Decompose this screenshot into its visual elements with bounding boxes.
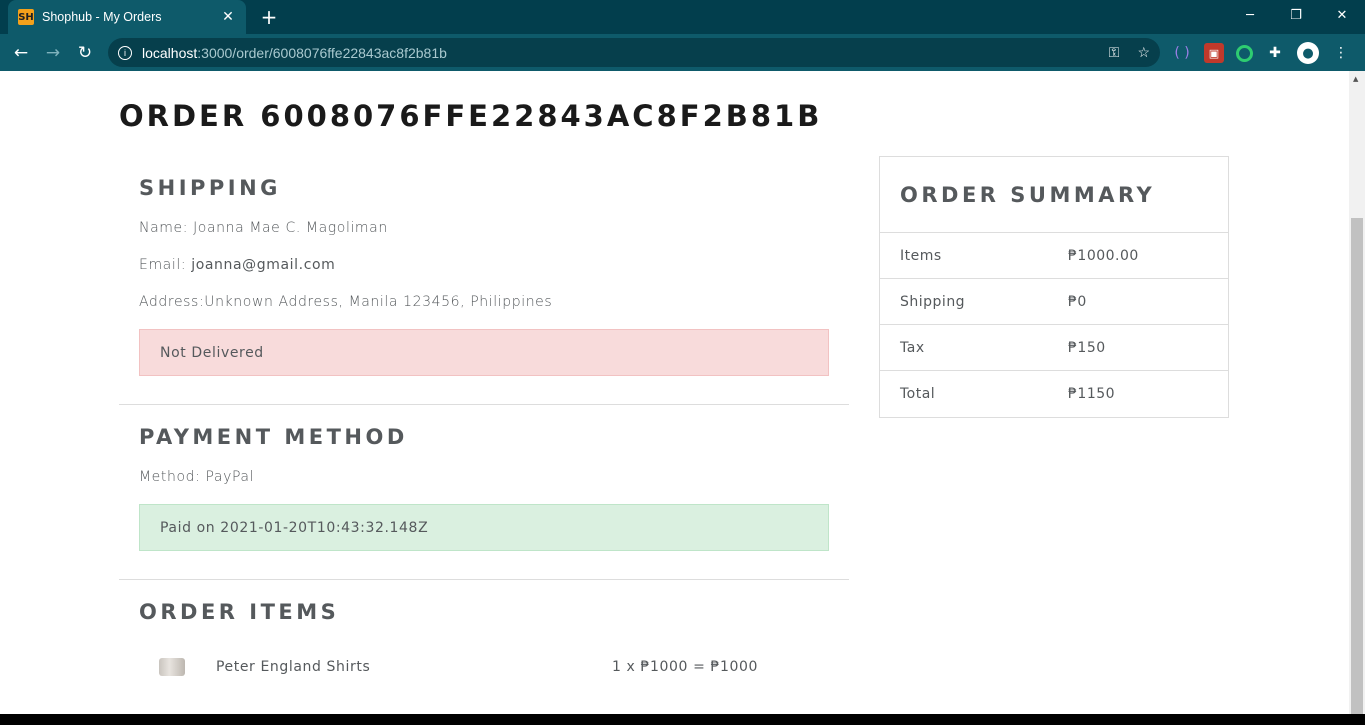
page-scrollbar[interactable]: ▲ [1349,71,1365,724]
shophub-favicon-icon: SH [18,9,34,25]
profile-avatar-icon[interactable]: ● [1297,42,1319,64]
bookmark-star-icon[interactable]: ☆ [1137,44,1150,61]
email-link[interactable]: joanna@gmail.com [191,257,335,273]
key-icon[interactable]: ⚿ [1109,44,1120,61]
address-value: Unknown Address, Manila 123456, Philippi… [204,294,553,310]
menu-kebab-icon[interactable]: ⋮ [1331,43,1351,63]
shipping-name: Name: Joanna Mae C. Magoliman [139,220,388,236]
browser-toolbar: ← → ↻ i localhost:3000/order/6008076ffe2… [0,34,1365,71]
delivery-status-alert: Not Delivered [139,329,829,376]
name-label: Name: [139,220,194,236]
order-summary-heading: ORDER SUMMARY [880,157,1228,233]
summary-value: ₱150 [1068,339,1106,356]
scroll-up-arrow-icon[interactable]: ▲ [1353,75,1358,83]
browser-tab-strip: SH Shophub - My Orders ✕ + ─ ❐ ✕ [0,0,1365,34]
address-label: Address: [139,294,205,310]
address-bar[interactable]: i localhost:3000/order/6008076ffe22843ac… [108,38,1160,67]
product-thumbnail[interactable] [159,658,185,676]
method-label: Method: [139,469,206,485]
scrollbar-thumb[interactable] [1351,218,1363,724]
url-host: localhost [142,44,198,61]
page-content: ORDER 6008076FFE22843AC8F2B81B SHIPPING … [0,71,1349,714]
extensions-area: ( ) ▣ ✚ ● ⋮ [1172,42,1351,64]
reload-icon[interactable]: ↻ [69,37,101,69]
summary-label: Tax [900,339,925,356]
browser-tab[interactable]: SH Shophub - My Orders ✕ [8,0,246,34]
summary-row-items: Items ₱1000.00 [880,233,1228,279]
summary-label: Items [900,247,942,264]
divider [119,404,849,405]
divider [119,579,849,580]
order-summary-card: ORDER SUMMARY Items ₱1000.00 Shipping ₱0 T… [879,156,1229,418]
name-value: Joanna Mae C. Magoliman [193,220,388,236]
payment-status-alert: Paid on 2021-01-20T10:43:32.148Z [139,504,829,551]
window-controls: ─ ❐ ✕ [1227,0,1365,30]
summary-label: Shipping [900,293,966,310]
url-path: :3000/order/6008076ffe22843ac8f2b81b [197,44,447,61]
extensions-puzzle-icon[interactable]: ✚ [1265,43,1285,63]
minimize-icon[interactable]: ─ [1227,0,1273,30]
product-name-link[interactable]: Peter England Shirts [216,659,612,675]
back-icon[interactable]: ← [5,37,37,69]
list-item: Peter England Shirts 1 x ₱1000 = ₱1000 [159,656,849,678]
summary-value: ₱1000.00 [1068,247,1139,264]
payment-status-text: Paid on 2021-01-20T10:43:32.148Z [160,519,429,536]
email-label: Email: [139,257,192,273]
summary-value: ₱0 [1068,293,1087,310]
summary-label: Total [900,386,936,402]
close-tab-icon[interactable]: ✕ [220,9,236,25]
summary-row-shipping: Shipping ₱0 [880,279,1228,325]
order-items-heading: ORDER ITEMS [139,600,340,624]
bottom-edge [0,714,1365,725]
item-calculation: 1 x ₱1000 = ₱1000 [612,659,758,675]
summary-row-total: Total ₱1150 [880,371,1228,417]
forward-icon[interactable]: → [37,37,69,69]
payment-heading: PAYMENT METHOD [139,425,408,449]
summary-value: ₱1150 [1068,386,1116,402]
page-title: ORDER 6008076FFE22843AC8F2B81B [119,99,823,133]
summary-row-tax: Tax ₱150 [880,325,1228,371]
shipping-address: Address:Unknown Address, Manila 123456, … [139,294,552,310]
tab-title: Shophub - My Orders [42,10,162,24]
extension-red-icon[interactable]: ▣ [1204,43,1224,63]
payment-method: Method: PayPal [139,469,254,485]
extension-green-ring-icon[interactable] [1236,44,1253,62]
extension-parentheses-icon[interactable]: ( ) [1172,43,1192,63]
new-tab-icon[interactable]: + [258,5,280,29]
shipping-heading: SHIPPING [139,176,281,200]
method-value: PayPal [205,469,255,485]
delivery-status-text: Not Delivered [160,344,264,361]
info-icon[interactable]: i [118,45,132,60]
close-window-icon[interactable]: ✕ [1319,0,1365,30]
shipping-email: Email: joanna@gmail.com [139,257,335,273]
restore-icon[interactable]: ❐ [1273,0,1319,30]
